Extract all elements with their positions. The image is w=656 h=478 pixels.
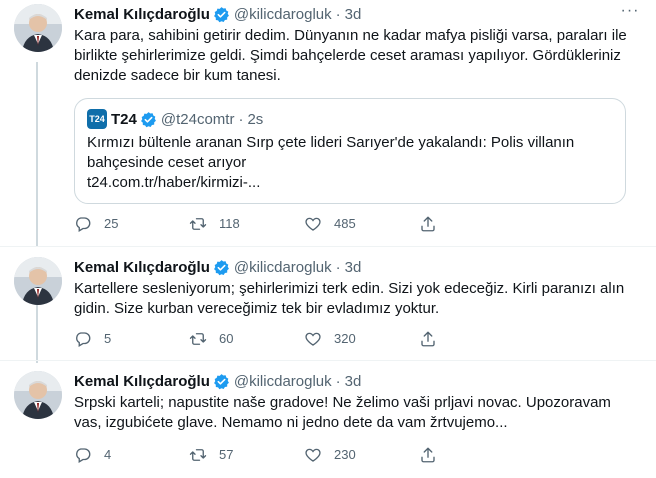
avatar-image	[14, 257, 62, 305]
like-button[interactable]: 320	[304, 330, 419, 348]
author-handle[interactable]: @kilicdarogluk	[234, 6, 332, 23]
author-name[interactable]: Kemal Kılıçdaroğlu	[74, 6, 210, 23]
retweet-count: 57	[219, 447, 234, 462]
avatar[interactable]	[14, 371, 62, 419]
quoted-tweet-header: T24 T24 @t24comtr · 2s	[87, 109, 613, 129]
quoted-tweet[interactable]: T24 T24 @t24comtr · 2s Kırmızı bültenle …	[74, 98, 626, 204]
tweet-header: Kemal Kılıçdaroğlu @kilicdarogluk · 3d	[74, 371, 640, 391]
avatar[interactable]	[14, 4, 62, 52]
reply-icon	[76, 332, 91, 347]
tweet-text: Kartellere sesleniyorum; şehirlerimizi t…	[74, 280, 625, 317]
verified-icon	[213, 259, 229, 275]
quoted-tweet-text: Kırmızı bültenle aranan Sırp çete lideri…	[87, 133, 613, 193]
author-handle[interactable]: @kilicdarogluk	[234, 373, 332, 390]
tweet-header: Kemal Kılıçdaroğlu @kilicdarogluk · 3d	[74, 257, 640, 277]
quoted-tweet-body: Kırmızı bültenle aranan Sırp çete lideri…	[87, 134, 575, 171]
reply-icon	[76, 448, 91, 463]
quoted-author-name: T24	[111, 110, 137, 128]
retweet-icon	[189, 333, 207, 345]
quoted-avatar: T24	[87, 109, 107, 129]
separator-dot: ·	[335, 5, 341, 23]
share-icon	[421, 216, 435, 232]
avatar-image	[14, 4, 62, 52]
author-name[interactable]: Kemal Kılıçdaroğlu	[74, 373, 210, 390]
tweet-text: Kara para, sahibini getirir dedim. Dünya…	[74, 27, 627, 84]
separator-dot: ·	[238, 110, 244, 128]
retweet-count: 118	[219, 216, 240, 231]
like-count: 485	[334, 216, 356, 231]
reply-icon	[76, 217, 91, 232]
retweet-icon	[189, 218, 207, 230]
timestamp[interactable]: 3d	[345, 259, 362, 276]
quoted-timestamp: 2s	[247, 110, 264, 128]
like-icon	[305, 217, 321, 231]
reply-count: 25	[104, 216, 119, 231]
share-icon	[421, 331, 435, 347]
like-icon	[305, 448, 321, 462]
retweet-icon	[189, 449, 207, 461]
share-button[interactable]	[419, 215, 534, 233]
share-button[interactable]	[419, 446, 534, 464]
retweet-button[interactable]: 60	[189, 330, 304, 348]
tweet[interactable]: Kemal Kılıçdaroğlu @kilicdarogluk · 3d K…	[0, 246, 656, 363]
tweet-text: Srpski karteli; napustite naše gradove! …	[74, 394, 611, 431]
reply-button[interactable]: 4	[74, 446, 189, 464]
retweet-button[interactable]: 57	[189, 446, 304, 464]
tweet-actions: 4 57 230	[74, 445, 534, 465]
tweet[interactable]: Kemal Kılıçdaroğlu @kilicdarogluk · 3d ·…	[0, 0, 656, 262]
quoted-author-handle: @t24comtr	[160, 110, 235, 128]
reply-count: 5	[104, 331, 112, 346]
quoted-tweet-link[interactable]: t24.com.tr/haber/kirmizi-...	[87, 174, 260, 191]
thread-connector	[36, 303, 38, 363]
like-icon	[305, 332, 321, 346]
share-button[interactable]	[419, 330, 534, 348]
timestamp[interactable]: 3d	[345, 6, 362, 23]
separator-dot: ·	[335, 372, 341, 390]
verified-icon	[213, 373, 229, 389]
separator-dot: ·	[335, 258, 341, 276]
like-button[interactable]: 485	[304, 215, 419, 233]
tweet[interactable]: Kemal Kılıçdaroğlu @kilicdarogluk · 3d S…	[0, 360, 656, 478]
avatar-image	[14, 371, 62, 419]
retweet-button[interactable]: 118	[189, 215, 304, 233]
thread-connector	[36, 62, 38, 262]
more-icon[interactable]: ···	[620, 3, 640, 24]
retweet-count: 60	[219, 331, 234, 346]
verified-icon	[140, 111, 156, 127]
like-count: 320	[334, 331, 356, 346]
timestamp[interactable]: 3d	[345, 373, 362, 390]
tweet-header: Kemal Kılıçdaroğlu @kilicdarogluk · 3d ·…	[74, 3, 640, 24]
verified-icon	[213, 6, 229, 22]
tweet-actions: 5 60 320	[74, 329, 534, 349]
reply-button[interactable]: 25	[74, 215, 189, 233]
reply-count: 4	[104, 447, 112, 462]
like-button[interactable]: 230	[304, 446, 419, 464]
author-name[interactable]: Kemal Kılıçdaroğlu	[74, 259, 210, 276]
like-count: 230	[334, 447, 356, 462]
share-icon	[421, 447, 435, 463]
author-handle[interactable]: @kilicdarogluk	[234, 259, 332, 276]
reply-button[interactable]: 5	[74, 330, 189, 348]
avatar[interactable]	[14, 257, 62, 305]
tweet-actions: 25 118 485	[74, 214, 534, 234]
